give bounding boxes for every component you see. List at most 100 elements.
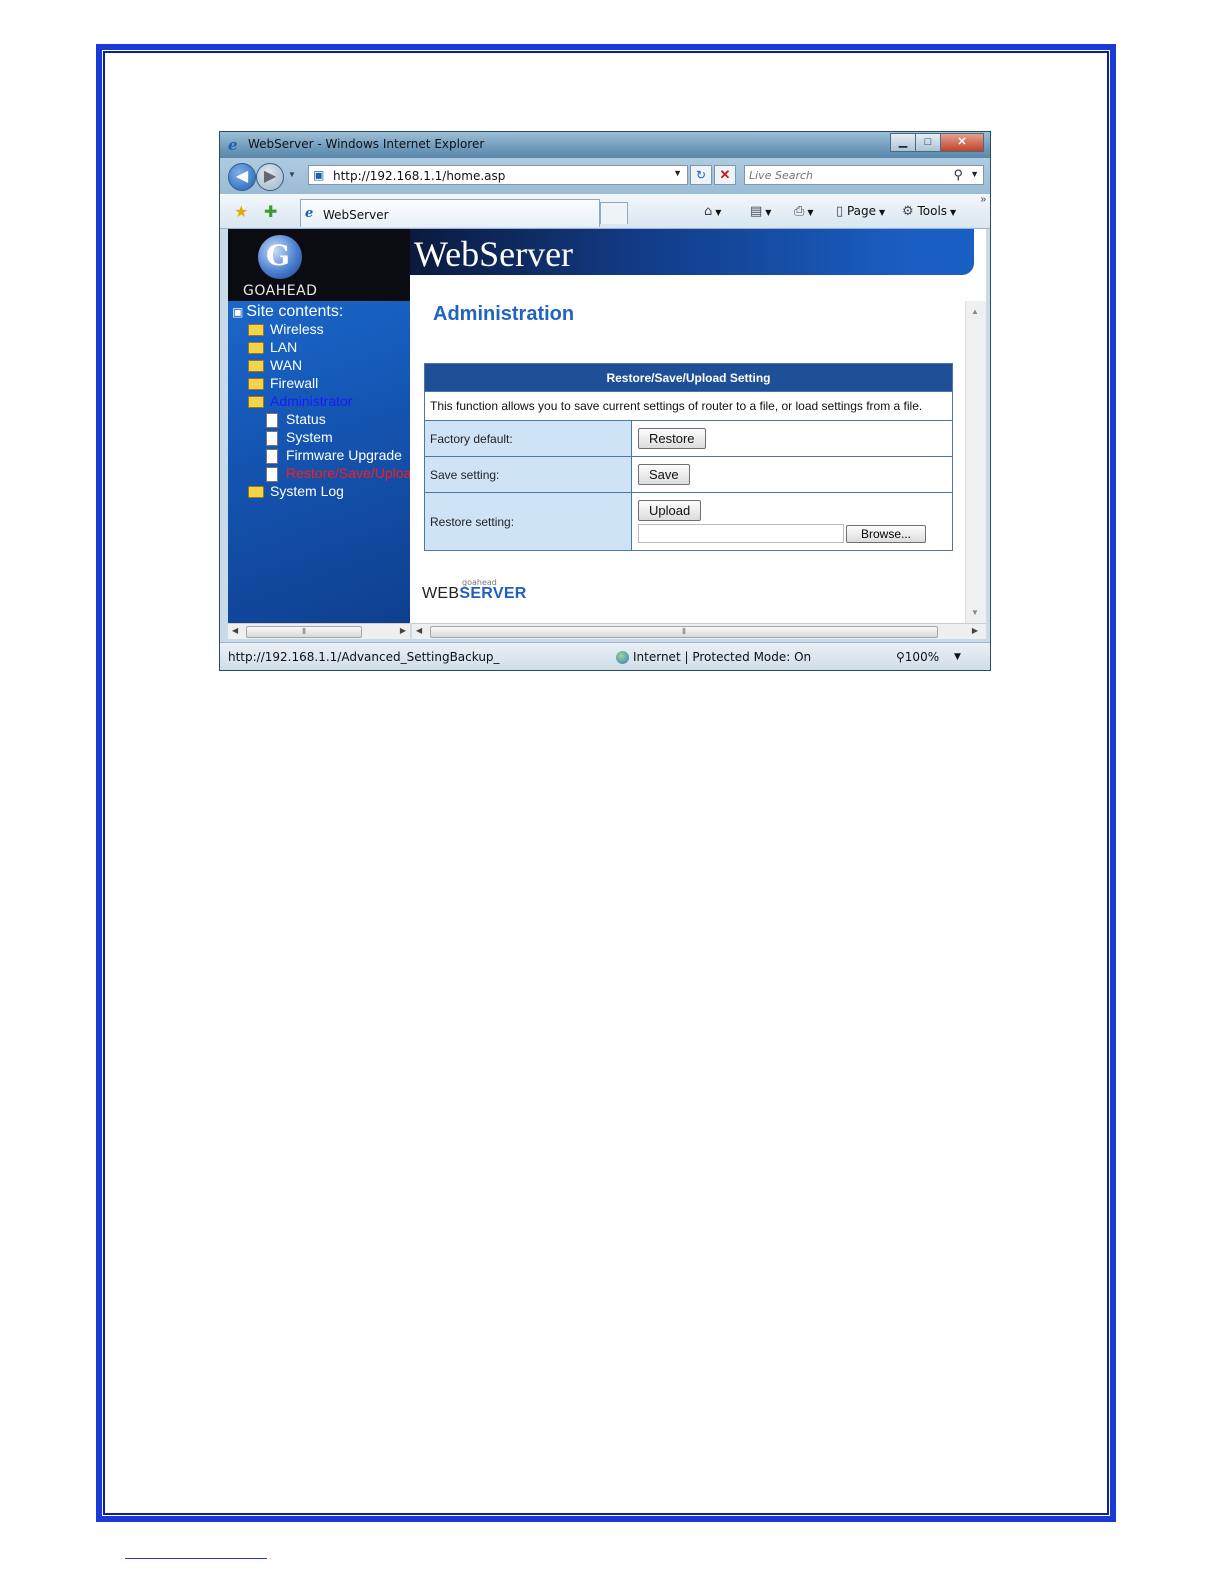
- maximize-button[interactable]: □: [915, 133, 941, 152]
- back-button[interactable]: ◀: [228, 163, 256, 191]
- url-dropdown-icon[interactable]: ▼: [673, 168, 682, 178]
- url-text: http://192.168.1.1/home.asp: [333, 169, 506, 183]
- feeds-icon: ▤: [750, 204, 763, 219]
- window-title: WebServer - Windows Internet Explorer: [248, 137, 485, 151]
- print-icon: ⎙: [794, 204, 805, 219]
- recent-pages-dropdown-icon[interactable]: ▼: [288, 170, 296, 179]
- browser-window: e WebServer - Windows Internet Explorer …: [219, 131, 991, 671]
- favorites-star-icon[interactable]: ★: [234, 202, 248, 222]
- zoom-dropdown-icon[interactable]: ▼: [954, 652, 961, 662]
- tree-item-wan[interactable]: WAN: [248, 357, 302, 373]
- folder-icon: [248, 378, 264, 391]
- scroll-down-icon[interactable]: ▼: [971, 608, 979, 617]
- home-button[interactable]: ⌂ ▼: [704, 204, 721, 219]
- status-url: http://192.168.1.1/Advanced_SettingBacku…: [228, 650, 500, 664]
- status-bar: http://192.168.1.1/Advanced_SettingBacku…: [220, 642, 990, 670]
- search-input[interactable]: [749, 168, 939, 182]
- gear-icon: ⚙: [902, 204, 914, 219]
- scroll-left-icon[interactable]: ◀: [416, 626, 422, 635]
- goahead-logo: G GOAHEAD: [228, 229, 410, 301]
- tree-heading: ▣ Site contents:: [232, 303, 344, 320]
- document-icon: [266, 466, 278, 482]
- search-dropdown-icon[interactable]: ▼: [970, 169, 979, 179]
- table-header: Restore/Save/Upload Setting: [424, 363, 953, 392]
- zoom-icon: ⚲: [896, 650, 905, 664]
- page-menu-icon: ▯: [836, 204, 844, 219]
- restore-button[interactable]: Restore: [638, 428, 706, 449]
- home-icon: ⌂: [704, 204, 713, 219]
- feeds-button[interactable]: ▤ ▼: [750, 204, 771, 219]
- window-controls: ▁ □ ✕: [890, 133, 984, 152]
- main-scroll-thumb[interactable]: ⦀: [430, 626, 938, 638]
- left-scroll-thumb[interactable]: ⦀: [246, 626, 362, 638]
- settings-table: Restore/Save/Upload Setting This functio…: [424, 363, 953, 551]
- save-button[interactable]: Save: [638, 464, 690, 485]
- tree-item-administrator[interactable]: Administrator: [248, 393, 352, 409]
- minimize-button[interactable]: ▁: [890, 133, 916, 152]
- tab-ie-icon: e: [305, 206, 314, 221]
- logo-globe-icon: G: [258, 235, 302, 279]
- banner-title: WebServer: [414, 234, 574, 274]
- stop-button[interactable]: ✕: [714, 165, 736, 185]
- tree-item-status[interactable]: Status: [266, 411, 326, 428]
- save-setting-label: Save setting:: [424, 456, 632, 493]
- address-bar: ◀ ▶ ▼ ▣ http://192.168.1.1/home.asp ▼ ↻ …: [220, 158, 990, 194]
- search-icon[interactable]: ⚲: [953, 167, 963, 183]
- scroll-up-icon[interactable]: ▲: [971, 307, 979, 316]
- restore-setting-label: Restore setting:: [424, 492, 632, 551]
- add-favorites-icon[interactable]: ✚: [264, 202, 277, 222]
- folder-icon: [248, 486, 264, 499]
- document-icon: [266, 430, 278, 446]
- tree-item-firmware-upgrade[interactable]: Firmware Upgrade: [266, 447, 402, 464]
- tree-item-system[interactable]: System: [266, 429, 333, 446]
- tree-item-system-log[interactable]: System Log: [248, 483, 344, 499]
- open-folder-icon: [248, 396, 264, 409]
- scroll-right-icon[interactable]: ▶: [400, 626, 406, 635]
- main-horizontal-scrollbar[interactable]: ◀ ⦀ ▶: [412, 623, 986, 639]
- folder-icon: [248, 342, 264, 355]
- folder-icon: [248, 324, 264, 337]
- more-commands-icon[interactable]: »: [980, 194, 986, 205]
- close-button[interactable]: ✕: [940, 133, 984, 152]
- url-field[interactable]: ▣ http://192.168.1.1/home.asp ▼: [308, 165, 688, 185]
- file-path-input[interactable]: [638, 524, 844, 543]
- factory-default-label: Factory default:: [424, 420, 632, 457]
- globe-icon: [616, 651, 629, 664]
- print-button[interactable]: ⎙ ▼: [794, 204, 814, 219]
- table-description: This function allows you to save current…: [424, 391, 953, 421]
- left-horizontal-scrollbar[interactable]: ◀ ⦀ ▶: [228, 623, 410, 639]
- main-panel: Administration Restore/Save/Upload Setti…: [410, 275, 966, 623]
- title-bar: e WebServer - Windows Internet Explorer …: [220, 132, 990, 158]
- refresh-button[interactable]: ↻: [690, 165, 712, 185]
- page-content: G GOAHEAD ▣ Site contents: Wireless LAN W…: [228, 229, 986, 623]
- page-icon: ▣: [313, 168, 325, 182]
- tools-menu[interactable]: ⚙ Tools ▼: [902, 204, 956, 219]
- search-field[interactable]: ⚲ ▼: [744, 165, 984, 185]
- new-tab-button[interactable]: [600, 202, 628, 224]
- tree-item-restore-save-upload[interactable]: Restore/Save/Upload: [266, 465, 419, 482]
- tree-item-lan[interactable]: LAN: [248, 339, 297, 355]
- computer-icon: ▣: [232, 305, 244, 319]
- document-icon: [266, 448, 278, 464]
- upload-button[interactable]: Upload: [638, 500, 702, 521]
- page-menu[interactable]: ▯ Page ▼: [836, 204, 885, 219]
- ie-icon: e: [228, 136, 238, 154]
- left-nav: G GOAHEAD ▣ Site contents: Wireless LAN W…: [228, 229, 419, 623]
- forward-button[interactable]: ▶: [256, 163, 284, 191]
- page-title: Administration: [433, 303, 575, 325]
- security-zone[interactable]: Internet | Protected Mode: On: [616, 650, 811, 664]
- webserver-footer-logo: WEBSERVER: [422, 585, 527, 602]
- vertical-scrollbar[interactable]: ▲ ▼: [965, 301, 986, 623]
- tab-webserver[interactable]: e WebServer: [300, 199, 600, 227]
- browse-button[interactable]: Browse...: [846, 524, 926, 543]
- webserver-banner: WebServer: [410, 229, 974, 275]
- tree-item-wireless[interactable]: Wireless: [248, 321, 324, 337]
- command-bar: ★ ✚ e WebServer ⌂ ▼ ▤ ▼ ⎙ ▼ ▯ Page ▼ ⚙ Tools…: [220, 194, 990, 229]
- document-icon: [266, 412, 278, 428]
- zoom-control[interactable]: ⚲100%: [896, 650, 939, 664]
- footer-rule: [125, 1558, 267, 1559]
- tree-item-firewall[interactable]: Firewall: [248, 375, 318, 391]
- logo-text: GOAHEAD: [243, 283, 318, 299]
- scroll-left-icon[interactable]: ◀: [232, 626, 238, 635]
- scroll-right-icon[interactable]: ▶: [972, 626, 978, 635]
